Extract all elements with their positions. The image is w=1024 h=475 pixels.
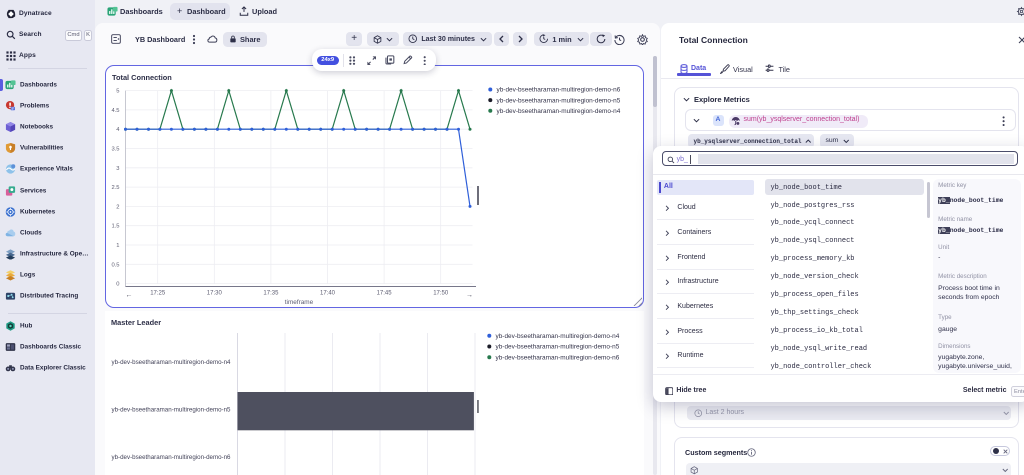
svg-text:yb-dev-bseetharaman-multiregio: yb-dev-bseetharaman-multiregion-demo-n5	[111, 407, 231, 414]
svg-text:17:40: 17:40	[319, 291, 335, 297]
svg-text:yb-dev-bseetharaman-multiregio: yb-dev-bseetharaman-multiregion-demo-n6	[495, 355, 619, 362]
svg-text:2: 2	[116, 204, 119, 210]
svg-text:0: 0	[116, 282, 119, 288]
svg-text:yb-dev-bseetharaman-multiregio: yb-dev-bseetharaman-multiregion-demo-n5	[496, 97, 620, 104]
svg-text:17:25: 17:25	[150, 291, 166, 297]
svg-text:3: 3	[116, 166, 119, 172]
svg-text:timeframe: timeframe	[284, 299, 313, 306]
svg-text:17:50: 17:50	[433, 291, 449, 297]
svg-text:yb-dev-bseetharaman-multiregio: yb-dev-bseetharaman-multiregion-demo-n4	[111, 359, 231, 366]
svg-text:17:45: 17:45	[376, 291, 392, 297]
svg-text:2.5: 2.5	[111, 185, 119, 191]
svg-text:yb-dev-bseetharaman-multiregio: yb-dev-bseetharaman-multiregion-demo-n6	[496, 87, 620, 94]
svg-text:1: 1	[116, 243, 119, 249]
svg-text:5: 5	[116, 89, 119, 95]
svg-text:0.5: 0.5	[111, 262, 119, 268]
svg-text:1.5: 1.5	[111, 224, 119, 230]
svg-text:yb-dev-bseetharaman-multiregio: yb-dev-bseetharaman-multiregion-demo-n6	[111, 454, 231, 461]
svg-text:yb-dev-bseetharaman-multiregio: yb-dev-bseetharaman-multiregion-demo-n4	[495, 333, 619, 340]
svg-text:17:30: 17:30	[206, 291, 222, 297]
svg-text:3.5: 3.5	[111, 147, 119, 153]
svg-text:4.5: 4.5	[111, 108, 119, 114]
svg-text:←: ←	[125, 292, 132, 299]
svg-text:17:35: 17:35	[263, 291, 279, 297]
svg-text:→: →	[466, 292, 473, 299]
svg-text:4: 4	[116, 127, 120, 133]
svg-text:yb-dev-bseetharaman-multiregio: yb-dev-bseetharaman-multiregion-demo-n5	[495, 344, 619, 351]
svg-text:yb-dev-bseetharaman-multiregio: yb-dev-bseetharaman-multiregion-demo-n4	[496, 108, 620, 115]
